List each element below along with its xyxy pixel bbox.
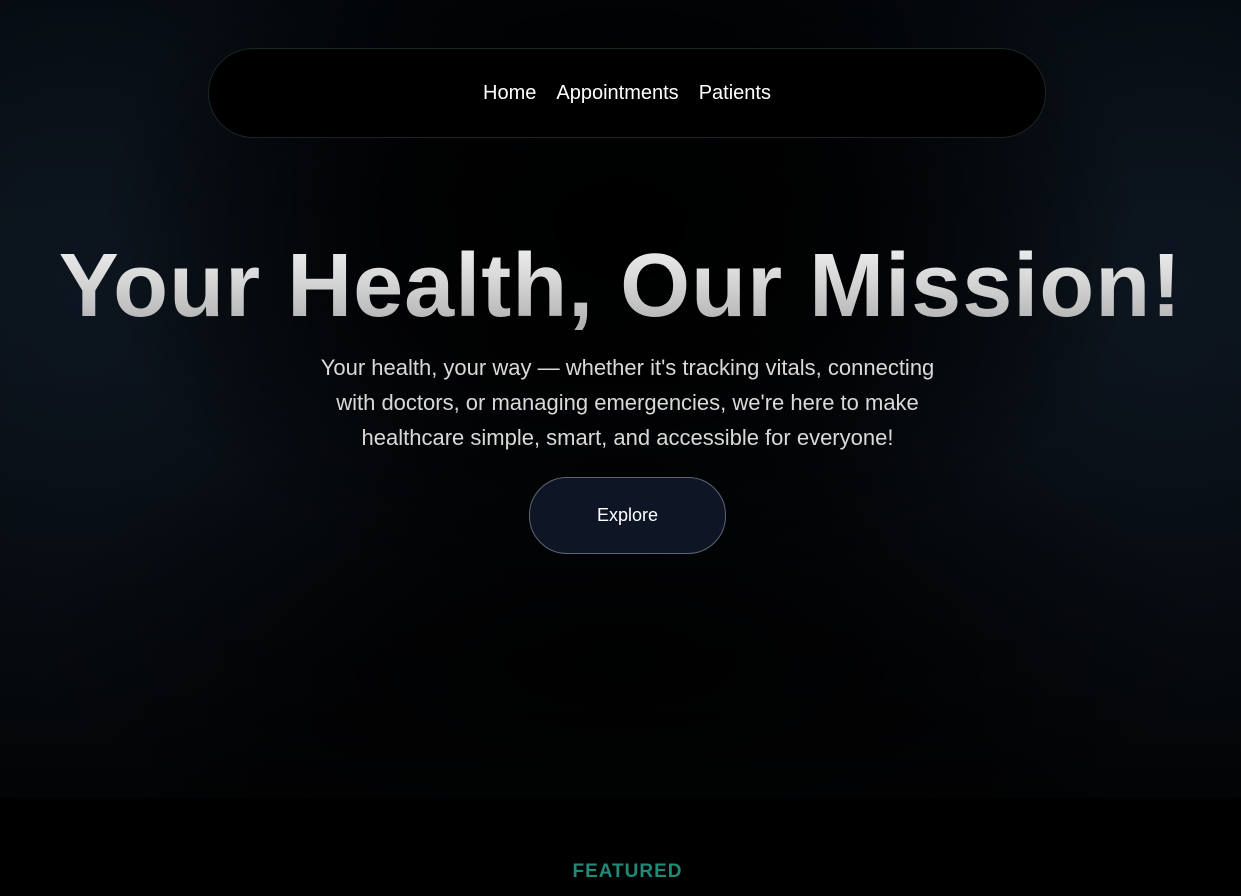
featured-section-label: FEATURED [572, 861, 683, 882]
hero-subtitle: Your health, your way — whether it's tra… [320, 355, 935, 450]
top-navbar: Home Appointments Patients [208, 48, 1046, 138]
nav-link-appointments[interactable]: Appointments [556, 82, 678, 105]
explore-button[interactable]: Explore [529, 477, 726, 554]
nav-link-home[interactable]: Home [483, 82, 536, 105]
hero-title: Your Health, Our Mission! [0, 236, 1241, 336]
nav-link-patients[interactable]: Patients [699, 82, 771, 105]
